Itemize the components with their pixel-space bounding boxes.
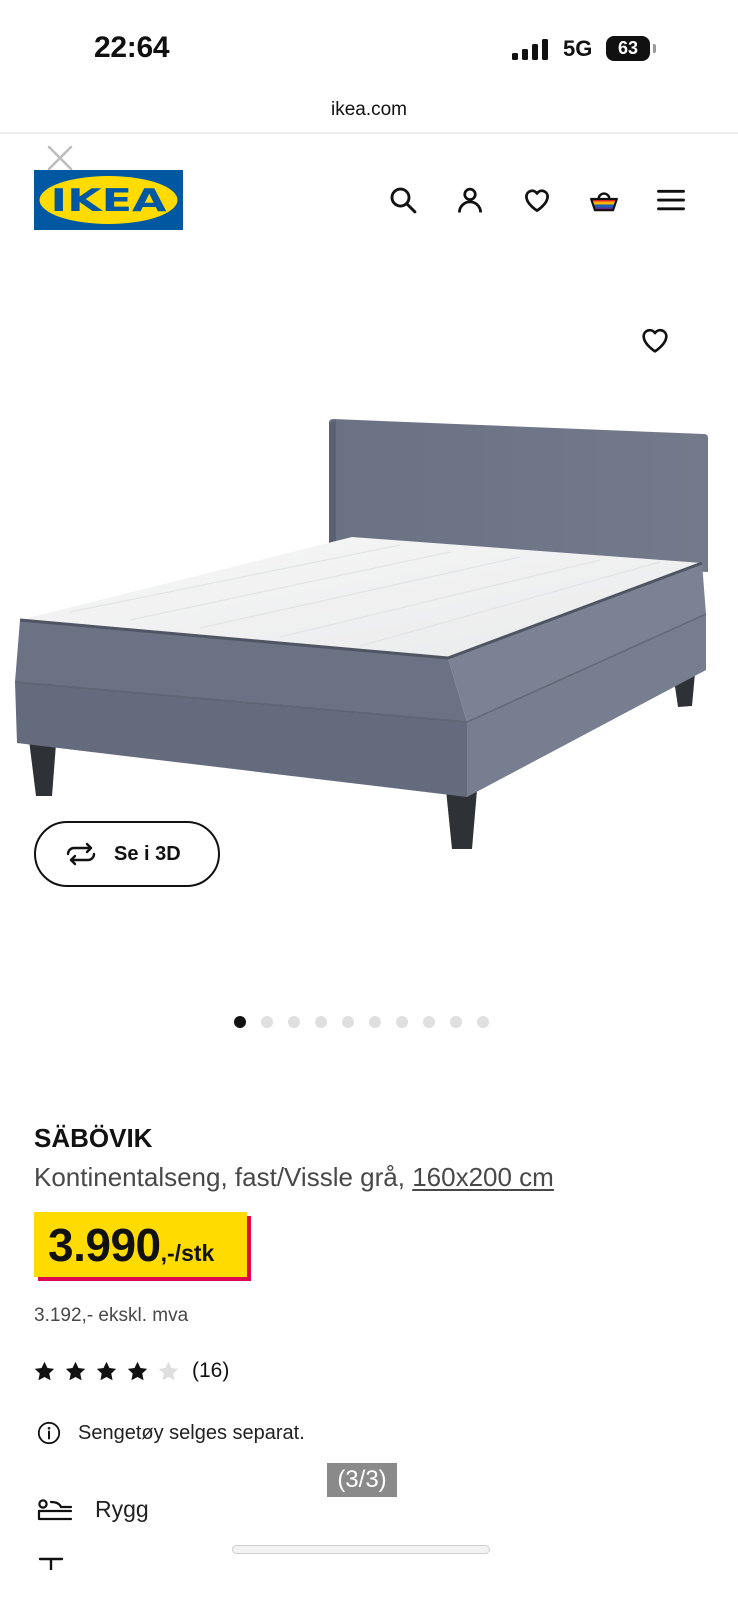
logo-text: IKEA xyxy=(51,183,167,219)
signal-bar xyxy=(542,39,548,60)
heart-icon xyxy=(524,189,550,212)
cart-button[interactable] xyxy=(584,180,624,220)
carousel-dot[interactable] xyxy=(369,1016,381,1028)
carousel-dot[interactable] xyxy=(450,1016,462,1028)
signal-bar xyxy=(532,44,538,60)
carousel-dot[interactable] xyxy=(396,1016,408,1028)
shopping-basket-icon xyxy=(590,192,618,212)
carousel-dot[interactable] xyxy=(477,1016,489,1028)
carousel-dot[interactable] xyxy=(342,1016,354,1028)
product-name: SÄBÖVIK xyxy=(34,1123,153,1153)
close-icon[interactable] xyxy=(45,143,75,173)
signal-bar xyxy=(522,49,528,60)
rating-stars[interactable] xyxy=(33,1360,193,1384)
backrest-icon xyxy=(37,1499,73,1521)
search-icon xyxy=(390,187,417,214)
feature-partial-icon xyxy=(38,1557,64,1570)
feature-backrest-label[interactable]: Rygg xyxy=(95,1495,149,1523)
price-tag: 3.990 ,-/stk xyxy=(34,1212,247,1277)
product-size-link[interactable]: 160x200 cm xyxy=(412,1162,554,1192)
battery-level: 63 xyxy=(617,38,639,58)
home-indicator[interactable] xyxy=(232,1545,490,1554)
carousel-dot[interactable] xyxy=(288,1016,300,1028)
search-button[interactable] xyxy=(383,180,423,220)
price-excl-vat: 3.192,- ekskl. mva xyxy=(34,1305,189,1326)
network-type: 5G xyxy=(563,36,593,61)
product-heart-icon xyxy=(642,328,668,353)
product-description: Kontinentalseng, fast/Vissle grå, 160x20… xyxy=(34,1161,554,1193)
info-icon xyxy=(37,1421,61,1445)
star-filled-icon xyxy=(126,1360,149,1383)
carousel-pagination xyxy=(234,1016,534,1028)
review-count[interactable]: (16) xyxy=(192,1358,229,1384)
carousel-dot[interactable] xyxy=(234,1016,246,1028)
ikea-logo[interactable]: IKEA xyxy=(34,170,183,230)
rotate-360-icon xyxy=(66,842,96,866)
cellular-signal-icon xyxy=(512,38,550,60)
product-favourite-button[interactable] xyxy=(635,320,675,360)
star-filled-icon xyxy=(33,1360,56,1383)
price-value: 3.990 xyxy=(48,1219,161,1271)
bedding-notice: Sengetøy selges separat. xyxy=(78,1422,305,1444)
status-time: 22:64 xyxy=(94,31,170,64)
view-in-3d-button[interactable]: Se i 3D xyxy=(34,821,220,887)
carousel-dot[interactable] xyxy=(261,1016,273,1028)
favourites-button[interactable] xyxy=(517,180,557,220)
star-filled-icon xyxy=(64,1360,87,1383)
product-description-text: Kontinentalseng, fast/Vissle grå, xyxy=(34,1162,413,1192)
price-suffix: ,-/stk xyxy=(160,1240,215,1266)
product-image[interactable] xyxy=(0,400,738,860)
browser-url[interactable]: ikea.com xyxy=(0,98,738,122)
divider xyxy=(0,132,738,134)
menu-button[interactable] xyxy=(651,180,691,220)
frame-counter: (3/3) xyxy=(327,1463,397,1497)
carousel-dot[interactable] xyxy=(315,1016,327,1028)
star-filled-icon xyxy=(95,1360,118,1383)
star-empty-icon xyxy=(157,1360,180,1383)
user-icon xyxy=(458,187,482,213)
signal-bar xyxy=(512,53,518,60)
hamburger-menu-icon xyxy=(657,189,685,211)
battery-icon: 63 xyxy=(606,36,656,61)
account-button[interactable] xyxy=(450,180,490,220)
view-in-3d-label: Se i 3D xyxy=(114,842,181,865)
carousel-dot[interactable] xyxy=(423,1016,435,1028)
